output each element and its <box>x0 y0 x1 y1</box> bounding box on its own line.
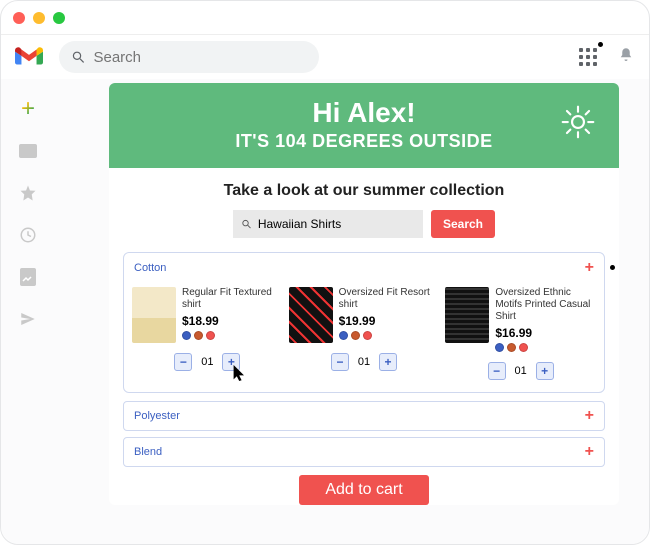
banner-greeting: Hi Alex! <box>119 97 609 129</box>
compose-button[interactable]: + <box>18 99 38 119</box>
quantity-stepper: − 01 + <box>132 353 283 371</box>
category-header-cotton[interactable]: Cotton + <box>124 253 604 283</box>
product-name: Regular Fit Textured shirt <box>182 287 283 311</box>
sidebar-drafts-icon[interactable] <box>18 267 38 287</box>
window-zoom-dot[interactable] <box>53 12 65 24</box>
subtitle-text: Take a look at our summer collection <box>109 182 619 200</box>
expand-icon: + <box>585 259 594 277</box>
add-to-cart-button[interactable]: Add to cart <box>299 475 428 505</box>
window-close-dot[interactable] <box>13 12 25 24</box>
apps-grid-icon <box>579 48 597 66</box>
swatch-brown[interactable] <box>351 331 360 340</box>
expand-icon: + <box>585 443 594 461</box>
email-content-area: Hi Alex! IT'S 104 DEGREES OUTSIDE Take a… <box>55 79 649 544</box>
product-price: $19.99 <box>339 314 440 328</box>
qty-plus-button[interactable]: + <box>536 362 554 380</box>
quantity-stepper: − 01 + <box>289 353 440 371</box>
qty-minus-button[interactable]: − <box>488 362 506 380</box>
product-name: Oversized Fit Resort shirt <box>339 287 440 311</box>
sidebar: + <box>1 79 55 544</box>
color-swatches <box>182 331 283 340</box>
global-search-input[interactable] <box>93 49 307 66</box>
decorative-dot <box>610 265 615 270</box>
top-toolbar <box>1 35 649 79</box>
swatch-red[interactable] <box>519 343 528 352</box>
cursor-icon <box>232 363 248 383</box>
sidebar-inbox-icon[interactable] <box>18 141 38 161</box>
category-polyester[interactable]: Polyester + <box>123 401 605 431</box>
notifications-button[interactable] <box>617 46 635 69</box>
product-image[interactable] <box>132 287 176 343</box>
notification-dot <box>598 42 603 47</box>
bell-icon <box>617 46 635 64</box>
banner-headline: IT'S 104 DEGREES OUTSIDE <box>119 131 609 152</box>
category-label: Cotton <box>134 262 166 274</box>
product-price: $16.99 <box>495 326 596 340</box>
quantity-stepper: − 01 + <box>445 362 596 380</box>
swatch-blue[interactable] <box>182 331 191 340</box>
color-swatches <box>339 331 440 340</box>
product-price: $18.99 <box>182 314 283 328</box>
product-image[interactable] <box>289 287 333 343</box>
gmail-logo-icon <box>15 46 43 68</box>
expand-icon: + <box>585 407 594 425</box>
swatch-red[interactable] <box>206 331 215 340</box>
category-label: Polyester <box>134 410 180 422</box>
product-search-row: Search <box>109 210 619 238</box>
swatch-brown[interactable] <box>194 331 203 340</box>
sun-icon <box>561 105 595 139</box>
qty-value: 01 <box>200 356 214 368</box>
product-name: Oversized Ethnic Motifs Printed Casual S… <box>495 287 596 323</box>
qty-plus-button[interactable]: + <box>222 353 240 371</box>
window-minimize-dot[interactable] <box>33 12 45 24</box>
window-titlebar <box>1 1 649 35</box>
product-image[interactable] <box>445 287 489 343</box>
product-card: Regular Fit Textured shirt $18.99 <box>132 287 283 388</box>
global-search[interactable] <box>59 41 319 73</box>
swatch-red[interactable] <box>363 331 372 340</box>
product-search-button[interactable]: Search <box>431 210 495 238</box>
product-card: Oversized Ethnic Motifs Printed Casual S… <box>445 287 596 388</box>
product-card: Oversized Fit Resort shirt $19.99 <box>289 287 440 388</box>
apps-button[interactable] <box>579 48 597 66</box>
qty-plus-button[interactable]: + <box>379 353 397 371</box>
search-icon <box>71 49 85 65</box>
qty-value: 01 <box>514 365 528 377</box>
product-search-box[interactable] <box>233 210 423 238</box>
swatch-blue[interactable] <box>339 331 348 340</box>
sidebar-snoozed-icon[interactable] <box>18 225 38 245</box>
category-label: Blend <box>134 446 162 458</box>
category-cotton: Cotton + Regular Fit Textured shirt $18.… <box>123 252 605 393</box>
main-body: + Hi Alex! IT'S 104 DEGREES OUTSIDE <box>1 79 649 544</box>
qty-value: 01 <box>357 356 371 368</box>
app-window: + Hi Alex! IT'S 104 DEGREES OUTSIDE <box>0 0 650 545</box>
swatch-brown[interactable] <box>507 343 516 352</box>
qty-minus-button[interactable]: − <box>174 353 192 371</box>
search-icon <box>241 218 252 230</box>
email-card: Hi Alex! IT'S 104 DEGREES OUTSIDE Take a… <box>109 83 619 505</box>
sidebar-starred-icon[interactable] <box>18 183 38 203</box>
product-list: Regular Fit Textured shirt $18.99 <box>124 283 604 392</box>
product-search-input[interactable] <box>258 217 415 231</box>
color-swatches <box>495 343 596 352</box>
swatch-blue[interactable] <box>495 343 504 352</box>
sidebar-sent-icon[interactable] <box>18 309 38 329</box>
qty-minus-button[interactable]: − <box>331 353 349 371</box>
promo-banner: Hi Alex! IT'S 104 DEGREES OUTSIDE <box>109 83 619 168</box>
category-blend[interactable]: Blend + <box>123 437 605 467</box>
